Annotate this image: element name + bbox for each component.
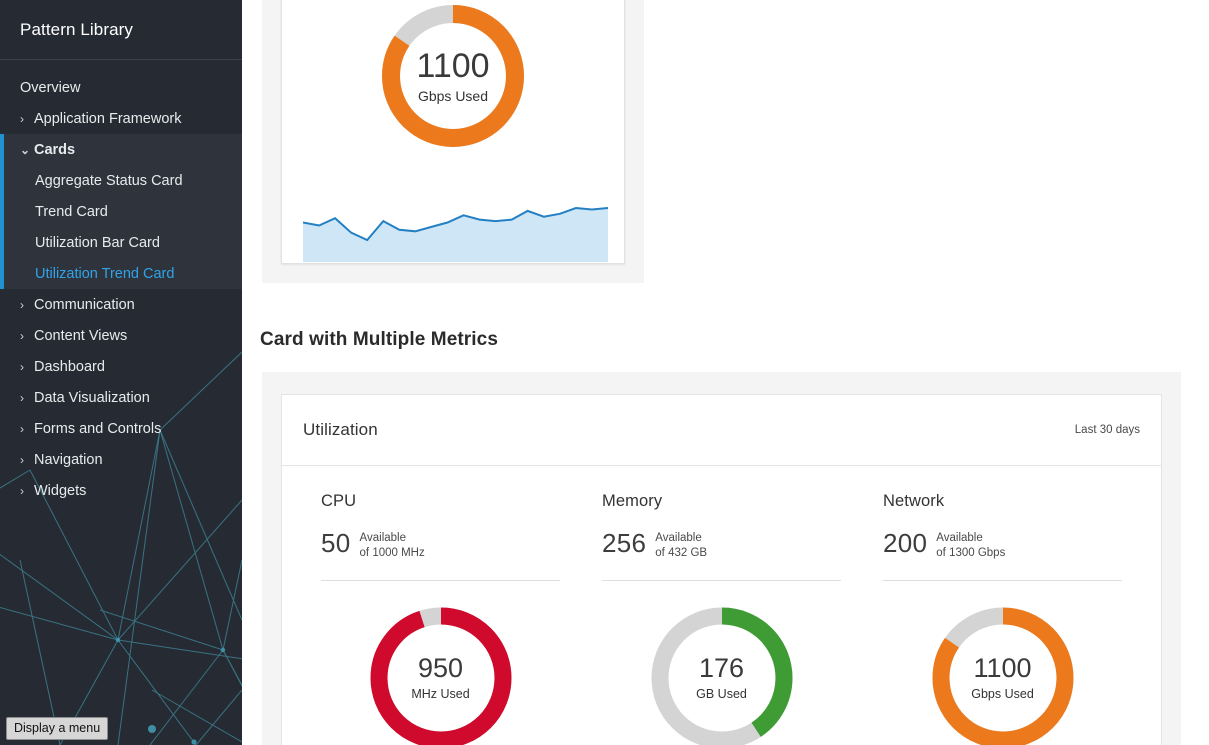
metric-column-network: Network 200 Available of 1300 Gbps 1100 …: [862, 466, 1143, 745]
metric-available-caption: Available of 1000 MHz: [360, 531, 425, 560]
metric-available-label: Available: [359, 532, 406, 544]
metric-donut-wrap: 1100 Gbps Used: [883, 605, 1122, 745]
chevron-down-icon: ⌄: [20, 142, 31, 157]
app-root: Pattern Library Overview › Application F…: [0, 0, 1209, 745]
sidebar-subitem-label: Utilization Bar Card: [35, 234, 160, 251]
metric-total-label: of 1000 MHz: [359, 546, 425, 559]
metric-total-label: of 432 GB: [655, 546, 708, 559]
chevron-right-icon: ›: [20, 328, 24, 343]
sidebar-subitem-label: Trend Card: [35, 203, 108, 220]
sidebar-item-label: Application Framework: [34, 110, 182, 127]
sparkline-svg: [302, 206, 609, 262]
sidebar-item-application-framework[interactable]: › Application Framework: [0, 103, 242, 134]
chevron-right-icon: ›: [20, 452, 24, 467]
metric-divider: [321, 580, 560, 581]
donut-svg: [651, 607, 792, 745]
sidebar-item-content-views[interactable]: › Content Views: [0, 320, 242, 351]
metric-column-cpu: CPU 50 Available of 1000 MHz 950 MHz Use…: [300, 466, 581, 745]
chevron-right-icon: ›: [20, 111, 24, 126]
sidebar-nav: Overview › Application Framework ⌄ Cards…: [0, 60, 242, 506]
sidebar-subitem-label: Utilization Trend Card: [35, 265, 175, 282]
metric-available-figure: 256 Available of 432 GB: [602, 530, 841, 566]
metric-available-caption: Available of 432 GB: [655, 531, 707, 560]
metric-total-label: of 1300 Gbps: [936, 546, 1006, 559]
sidebar-item-utilization-bar-card[interactable]: Utilization Bar Card: [0, 227, 242, 258]
utilization-trend-card-body: 1100 Gbps Used: [282, 0, 624, 263]
utilization-trend-card-demo-panel: 1100 Gbps Used: [262, 0, 644, 283]
donut-svg: [932, 607, 1073, 745]
card-period-label: Last 30 days: [1074, 424, 1140, 436]
cpu-donut: 950 MHz Used: [368, 605, 514, 745]
sidebar-item-label: Overview: [20, 79, 81, 96]
status-tooltip: Display a menu: [6, 717, 109, 740]
metric-divider: [602, 580, 841, 581]
sidebar-item-widgets[interactable]: › Widgets: [0, 475, 242, 506]
sidebar-item-overview[interactable]: Overview: [0, 72, 242, 103]
utilization-multi-metric-card: Utilization Last 30 days CPU 50 Availabl…: [281, 394, 1162, 745]
metric-title: Memory: [602, 492, 663, 510]
multiple-metrics-panel: Utilization Last 30 days CPU 50 Availabl…: [262, 372, 1181, 745]
sidebar-item-utilization-trend-card[interactable]: Utilization Trend Card: [0, 258, 242, 289]
chevron-right-icon: ›: [20, 483, 24, 498]
network-utilization-trend-donut: 1100 Gbps Used: [380, 3, 526, 149]
donut-svg: [382, 5, 524, 147]
chevron-right-icon: ›: [20, 359, 24, 374]
chevron-right-icon: ›: [20, 297, 24, 312]
metric-donut-wrap: 950 MHz Used: [321, 605, 560, 745]
sidebar-item-forms-and-controls[interactable]: › Forms and Controls: [0, 413, 242, 444]
memory-donut: 176 GB Used: [649, 605, 795, 745]
metric-available-value: 50: [321, 528, 351, 558]
metric-available-caption: Available of 1300 Gbps: [936, 531, 1005, 560]
utilization-trend-card: 1100 Gbps Used: [281, 0, 625, 264]
metric-donut-wrap: 176 GB Used: [602, 605, 841, 745]
sidebar-group-cards: ⌄ Cards Aggregate Status Card Trend Card…: [0, 134, 242, 289]
sidebar-item-label: Forms and Controls: [34, 420, 162, 437]
metric-divider: [883, 580, 1122, 581]
metric-column-memory: Memory 256 Available of 432 GB 176 GB Us…: [581, 466, 862, 745]
sidebar-item-label: Navigation: [34, 451, 103, 468]
sidebar: Pattern Library Overview › Application F…: [0, 0, 242, 745]
metric-available-value: 256: [602, 528, 647, 558]
chevron-right-icon: ›: [20, 390, 24, 405]
sidebar-item-navigation[interactable]: › Navigation: [0, 444, 242, 475]
utilization-card-header: Utilization Last 30 days: [282, 395, 1161, 466]
sidebar-item-aggregate-status-card[interactable]: Aggregate Status Card: [0, 165, 242, 196]
network-donut: 1100 Gbps Used: [930, 605, 1076, 745]
donut-svg: [370, 607, 511, 745]
sidebar-brand-title: Pattern Library: [0, 0, 242, 60]
sidebar-item-label: Data Visualization: [34, 389, 150, 406]
sidebar-item-label: Content Views: [34, 327, 128, 344]
sidebar-item-label: Dashboard: [34, 358, 105, 375]
sidebar-item-dashboard[interactable]: › Dashboard: [0, 351, 242, 382]
sidebar-item-data-visualization[interactable]: › Data Visualization: [0, 382, 242, 413]
metric-title: CPU: [321, 492, 357, 510]
sidebar-item-label: Widgets: [34, 482, 87, 499]
metric-available-value: 200: [883, 528, 928, 558]
sidebar-item-label: Communication: [34, 296, 135, 313]
metric-title: Network: [883, 492, 945, 510]
card-title: Utilization: [303, 420, 378, 439]
sidebar-item-label: Cards: [34, 141, 76, 158]
sidebar-item-cards[interactable]: ⌄ Cards: [0, 134, 242, 165]
metric-available-figure: 200 Available of 1300 Gbps: [883, 530, 1122, 566]
metric-available-label: Available: [936, 532, 983, 544]
metric-available-label: Available: [655, 532, 702, 544]
chevron-right-icon: ›: [20, 421, 24, 436]
sidebar-item-trend-card[interactable]: Trend Card: [0, 196, 242, 227]
sidebar-item-communication[interactable]: › Communication: [0, 289, 242, 320]
metric-available-figure: 50 Available of 1000 MHz: [321, 530, 560, 566]
main-content: 1100 Gbps Used Card with Multiple Metric…: [242, 0, 1209, 745]
sidebar-subitem-label: Aggregate Status Card: [35, 172, 183, 189]
page-section-title: Card with Multiple Metrics: [260, 329, 499, 350]
metrics-row: CPU 50 Available of 1000 MHz 950 MHz Use…: [282, 466, 1161, 745]
network-utilization-trend-sparkline: [302, 205, 609, 267]
